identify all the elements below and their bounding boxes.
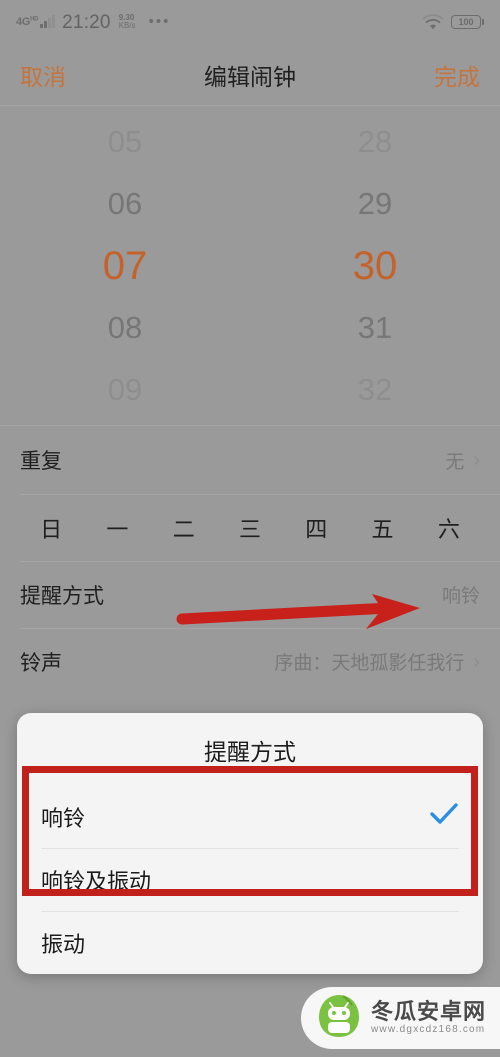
weekday-fri[interactable]: 五 (349, 512, 415, 544)
minute-option[interactable]: 28 (250, 111, 500, 173)
dialog-option-vibrate[interactable]: 振动 (17, 911, 483, 974)
weekday-mon[interactable]: 一 (84, 512, 150, 544)
ringtone-row[interactable]: 铃声 序曲：天地孤影任我行 › (0, 628, 500, 695)
check-icon (429, 802, 459, 832)
weekday-sun[interactable]: 日 (18, 512, 84, 544)
minute-picker-column[interactable]: 28 29 30 31 32 (250, 107, 500, 425)
battery-icon: 100 (451, 15, 484, 29)
repeat-label: 重复 (20, 450, 62, 473)
weekday-thu[interactable]: 四 (283, 512, 349, 544)
hour-option[interactable]: 05 (0, 111, 250, 173)
minute-option[interactable]: 29 (250, 173, 500, 235)
chevron-right-icon: › (473, 650, 480, 673)
signal-bars-icon (40, 14, 56, 28)
ringtone-value: 序曲：天地孤影任我行 (274, 653, 465, 674)
dialog-option-ring-and-vibrate[interactable]: 响铃及振动 (17, 848, 483, 911)
status-bar-clock: 21:20 (62, 11, 111, 33)
watermark: 冬瓜安卓网 www.dgxcdz168.com (300, 987, 500, 1049)
repeat-value: 无 (445, 451, 465, 473)
watermark-text: 冬瓜安卓网 www.dgxcdz168.com (371, 1000, 486, 1036)
page-title: 编辑闹钟 (204, 63, 296, 90)
dialog-option-label: 响铃及振动 (41, 868, 152, 894)
hour-option[interactable]: 09 (0, 359, 250, 421)
minute-option-selected[interactable]: 30 (250, 235, 500, 297)
battery-level-label: 100 (458, 16, 474, 27)
dialog-option-ring[interactable]: 响铃 (17, 785, 483, 848)
watermark-url: www.dgxcdz168.com (370, 1024, 486, 1035)
mobile-signal-indicator: 4GHD (16, 14, 56, 28)
time-picker[interactable]: 05 06 07 08 09 28 29 30 31 32 (0, 107, 500, 425)
weekday-tue[interactable]: 二 (151, 512, 217, 544)
reminder-method-label: 提醒方式 (20, 584, 104, 608)
reminder-method-row[interactable]: 提醒方式 响铃 (0, 561, 500, 628)
minute-option[interactable]: 31 (250, 297, 500, 359)
weekday-wed[interactable]: 三 (217, 512, 283, 544)
repeat-row[interactable]: 重复 无 › (0, 426, 500, 494)
ringtone-label: 铃声 (20, 651, 62, 675)
chevron-right-icon: › (473, 449, 480, 471)
hour-picker-column[interactable]: 05 06 07 08 09 (0, 107, 250, 425)
network-speed-unit: KB/s (118, 21, 136, 30)
reminder-method-value: 响铃 (441, 586, 480, 607)
status-bar: 4GHD 21:20 9.30 KB/s ••• 100 (0, 0, 500, 44)
dialog-option-label: 响铃 (41, 805, 86, 831)
status-bar-more-icon: ••• (148, 13, 171, 30)
minute-option[interactable]: 32 (250, 359, 500, 421)
network-type-label: 4GHD (16, 15, 39, 28)
dialog-option-label: 振动 (41, 931, 86, 957)
watermark-site-name: 冬瓜安卓网 (370, 999, 486, 1024)
done-button[interactable]: 完成 (434, 58, 480, 92)
cancel-button[interactable]: 取消 (20, 58, 66, 92)
reminder-method-dialog: 提醒方式 响铃 响铃及振动 振动 (17, 713, 483, 974)
status-bar-left: 4GHD 21:20 9.30 KB/s ••• (16, 13, 170, 32)
status-bar-right: 100 (422, 13, 484, 31)
hour-option[interactable]: 08 (0, 297, 250, 359)
wifi-icon (422, 13, 444, 31)
hour-option-selected[interactable]: 07 (0, 235, 250, 297)
android-mascot-icon (317, 993, 361, 1044)
weekday-sat[interactable]: 六 (416, 512, 482, 544)
dialog-title: 提醒方式 (204, 739, 296, 765)
weekday-selector[interactable]: 日 一 二 三 四 五 六 (0, 494, 500, 561)
network-speed-indicator: 9.30 KB/s (119, 14, 136, 30)
title-bar: 取消 编辑闹钟 完成 (0, 44, 500, 106)
hour-option[interactable]: 06 (0, 173, 250, 235)
